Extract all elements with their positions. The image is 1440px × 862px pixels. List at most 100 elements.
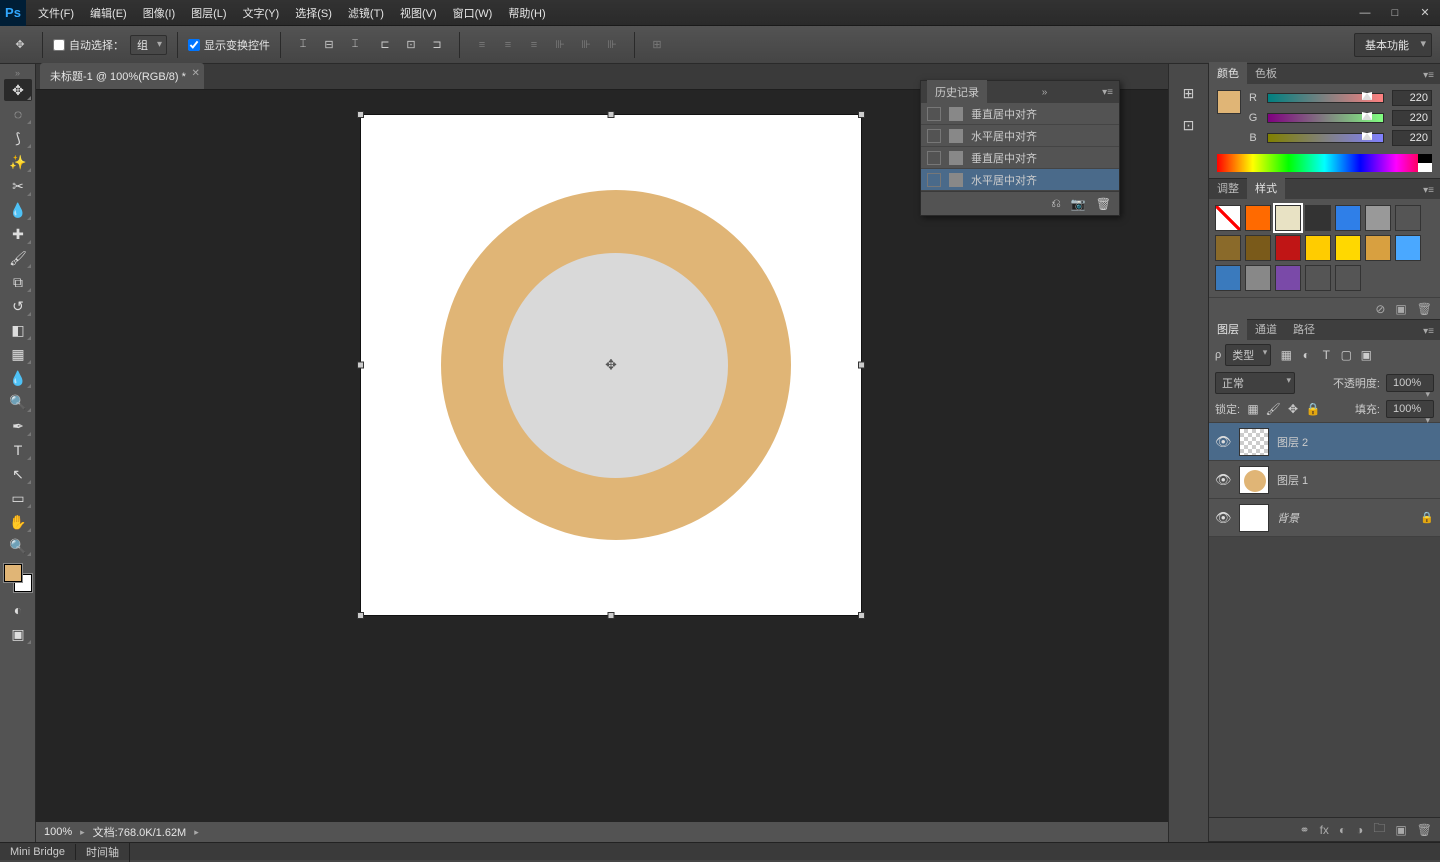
g-slider[interactable] xyxy=(1267,113,1384,123)
delete-layer-icon[interactable]: 🗑 xyxy=(1417,823,1432,837)
tab-history[interactable]: 历史记录 xyxy=(927,80,987,104)
eraser-tool[interactable]: ◧ xyxy=(4,319,32,341)
lock-position-icon[interactable]: ✥ xyxy=(1286,402,1300,416)
transform-handle[interactable] xyxy=(858,612,865,619)
minimize-button[interactable]: — xyxy=(1350,3,1380,23)
menu-window[interactable]: 窗口(W) xyxy=(445,0,501,26)
adjustment-layer-icon[interactable]: ◑ xyxy=(1356,823,1363,837)
style-swatch[interactable] xyxy=(1245,265,1271,291)
panel-menu-icon[interactable]: ▾≡ xyxy=(1102,87,1113,98)
style-swatch[interactable] xyxy=(1305,235,1331,261)
style-swatch[interactable] xyxy=(1365,205,1391,231)
filter-shape-icon[interactable]: ▢ xyxy=(1339,348,1353,362)
g-input[interactable] xyxy=(1392,110,1432,126)
style-swatch[interactable] xyxy=(1275,265,1301,291)
history-tabbar[interactable]: 历史记录 » ▾≡ xyxy=(921,81,1119,103)
panel-icon[interactable]: ⊞ xyxy=(1178,82,1200,104)
doc-size[interactable]: 文档:768.0K/1.62M xyxy=(93,824,187,840)
panel-collapse-icon[interactable]: » xyxy=(1042,87,1048,98)
style-swatch[interactable] xyxy=(1215,265,1241,291)
transform-center-icon[interactable]: ✥ xyxy=(605,357,617,374)
align-hcenter-icon[interactable]: ⊡ xyxy=(399,34,423,56)
move-tool[interactable]: ✥ xyxy=(4,79,32,101)
link-layers-icon[interactable]: ⚭ xyxy=(1300,823,1310,837)
group-icon[interactable]: 🗀 xyxy=(1373,819,1385,840)
new-layer-icon[interactable]: ▣ xyxy=(1395,823,1406,837)
history-brush-tool[interactable]: ↺ xyxy=(4,295,32,317)
close-tab-icon[interactable]: ✕ xyxy=(191,68,199,79)
eyedropper-tool[interactable]: 💧 xyxy=(4,199,32,221)
foreground-color-swatch[interactable] xyxy=(4,564,22,582)
style-swatch[interactable] xyxy=(1395,235,1421,261)
tab-channels[interactable]: 通道 xyxy=(1247,318,1285,340)
no-style-icon[interactable]: ⊘ xyxy=(1375,302,1385,316)
quickmask-tool[interactable]: ◐ xyxy=(4,599,32,621)
auto-select-dropdown[interactable]: 组 xyxy=(130,35,167,55)
blend-mode-dropdown[interactable]: 正常 xyxy=(1215,372,1295,394)
crop-tool[interactable]: ✂ xyxy=(4,175,32,197)
menu-type[interactable]: 文字(Y) xyxy=(235,0,288,26)
visibility-icon[interactable]: 👁 xyxy=(1215,434,1231,450)
magic-wand-tool[interactable]: ✨ xyxy=(4,151,32,173)
lock-all-icon[interactable]: 🔒 xyxy=(1306,402,1320,416)
healing-tool[interactable]: ✚ xyxy=(4,223,32,245)
color-spectrum[interactable] xyxy=(1217,154,1432,172)
style-swatch[interactable] xyxy=(1215,205,1241,231)
menu-help[interactable]: 帮助(H) xyxy=(500,0,553,26)
layer-name[interactable]: 图层 1 xyxy=(1277,472,1434,488)
pen-tool[interactable]: ✒ xyxy=(4,415,32,437)
align-bottom-icon[interactable]: ⌶ xyxy=(343,34,367,56)
style-swatch[interactable] xyxy=(1215,235,1241,261)
menu-layer[interactable]: 图层(L) xyxy=(183,0,234,26)
menu-file[interactable]: 文件(F) xyxy=(30,0,82,26)
align-left-icon[interactable]: ⊏ xyxy=(373,34,397,56)
style-swatch[interactable] xyxy=(1335,265,1361,291)
style-swatch[interactable] xyxy=(1275,205,1301,231)
filter-type-dropdown[interactable]: 类型 xyxy=(1225,344,1271,366)
tab-mini-bridge[interactable]: Mini Bridge xyxy=(0,844,76,860)
show-transform-checkbox[interactable]: 显示变换控件 xyxy=(188,37,270,53)
panel-menu-icon[interactable]: ▾≡ xyxy=(1417,67,1440,84)
delete-style-icon[interactable]: 🗑 xyxy=(1417,302,1432,316)
transform-handle[interactable] xyxy=(858,111,865,118)
menu-filter[interactable]: 滤镜(T) xyxy=(340,0,392,26)
style-swatch[interactable] xyxy=(1305,205,1331,231)
hand-tool[interactable]: ✋ xyxy=(4,511,32,533)
filter-pixel-icon[interactable]: ▦ xyxy=(1279,348,1293,362)
zoom-level[interactable]: 100% xyxy=(44,826,72,838)
docinfo-menu-icon[interactable]: ▸ xyxy=(194,827,199,838)
layer-row[interactable]: 👁图层 1 xyxy=(1209,461,1440,499)
history-item[interactable]: 水平居中对齐 xyxy=(921,125,1119,147)
style-swatch[interactable] xyxy=(1275,235,1301,261)
r-slider[interactable] xyxy=(1267,93,1384,103)
gradient-tool[interactable]: ▦ xyxy=(4,343,32,365)
transform-handle[interactable] xyxy=(608,612,615,619)
canvas[interactable]: ✥ xyxy=(361,115,861,615)
layer-name[interactable]: 背景 xyxy=(1277,510,1412,526)
close-button[interactable]: ✕ xyxy=(1410,3,1440,23)
workspace-dropdown[interactable]: 基本功能 xyxy=(1354,33,1432,57)
zoom-menu-icon[interactable]: ▸ xyxy=(80,827,85,838)
color-swatches[interactable] xyxy=(4,564,32,592)
tab-layers[interactable]: 图层 xyxy=(1209,318,1247,340)
align-vcenter-icon[interactable]: ⊟ xyxy=(317,34,341,56)
tab-styles[interactable]: 样式 xyxy=(1247,177,1285,199)
color-fg-swatch[interactable] xyxy=(1217,90,1241,114)
document-tab[interactable]: 未标题-1 @ 100%(RGB/8) * ✕ xyxy=(40,63,204,89)
delete-state-icon[interactable]: 🗑 xyxy=(1096,197,1111,211)
brush-tool[interactable]: 🖌 xyxy=(4,247,32,269)
align-top-icon[interactable]: ⌶ xyxy=(291,34,315,56)
shape-tool[interactable]: ▭ xyxy=(4,487,32,509)
style-swatch[interactable] xyxy=(1395,205,1421,231)
r-input[interactable] xyxy=(1392,90,1432,106)
transform-handle[interactable] xyxy=(357,612,364,619)
tools-collapse-icon[interactable]: » xyxy=(0,68,35,78)
tab-paths[interactable]: 路径 xyxy=(1285,318,1323,340)
lock-pixels-icon[interactable]: 🖌 xyxy=(1266,402,1280,416)
transform-handle[interactable] xyxy=(858,362,865,369)
layer-mask-icon[interactable]: ◐ xyxy=(1339,823,1346,837)
opacity-dropdown[interactable]: 100% xyxy=(1386,374,1434,392)
b-input[interactable] xyxy=(1392,130,1432,146)
menu-edit[interactable]: 编辑(E) xyxy=(82,0,135,26)
transform-handle[interactable] xyxy=(357,362,364,369)
